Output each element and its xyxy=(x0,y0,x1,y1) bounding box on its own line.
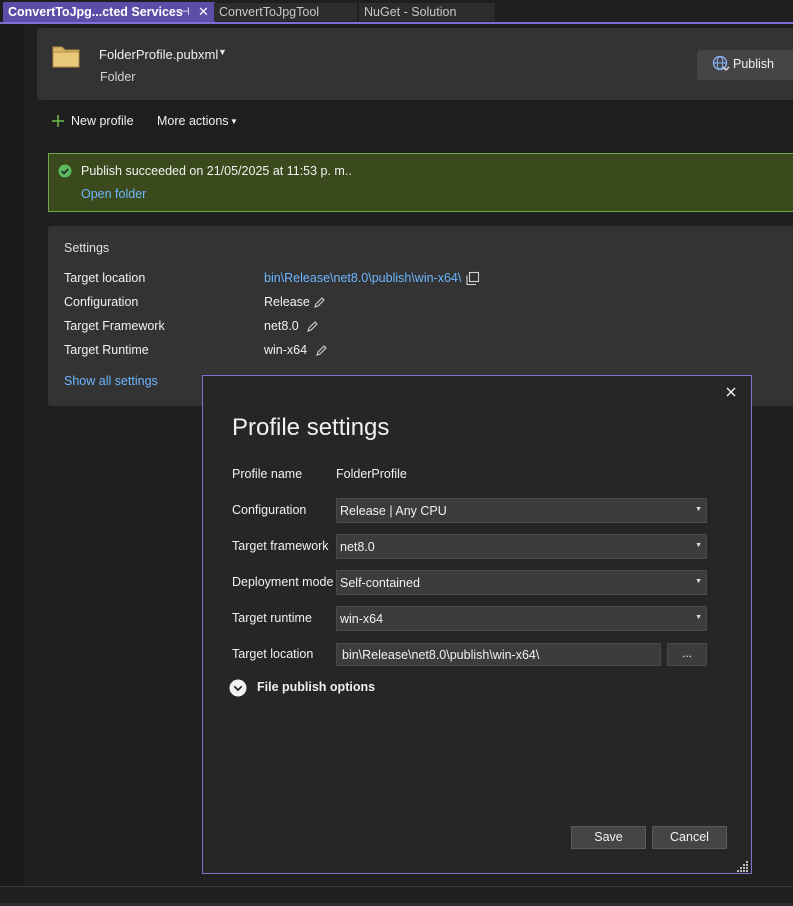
globe-publish-icon xyxy=(712,55,730,71)
left-gutter xyxy=(0,24,24,886)
target-location-label: Target location xyxy=(64,271,146,285)
dialog-title: Profile settings xyxy=(232,414,390,441)
configuration-label: Configuration xyxy=(64,295,139,309)
profile-type: Folder xyxy=(100,70,136,84)
tab-label: ConvertToJpg...cted Services xyxy=(8,5,183,19)
pencil-icon[interactable] xyxy=(315,344,328,357)
show-all-settings-link[interactable]: Show all settings xyxy=(64,374,158,388)
publish-success-banner xyxy=(48,153,793,212)
configuration-label: Configuration xyxy=(232,503,307,517)
pin-icon[interactable]: ⊣ xyxy=(180,2,190,22)
file-publish-options-expander[interactable]: File publish options xyxy=(257,680,375,694)
caret-down-icon: ▼ xyxy=(695,614,702,621)
profile-name-value: FolderProfile xyxy=(336,467,407,481)
open-folder-link[interactable]: Open folder xyxy=(81,187,146,201)
configuration-value: Release xyxy=(264,295,310,309)
pencil-icon[interactable] xyxy=(313,296,326,309)
tab-close-icon[interactable]: ✕ xyxy=(198,2,209,22)
new-profile-button[interactable]: New profile xyxy=(71,114,134,128)
close-icon[interactable] xyxy=(724,385,738,399)
target-framework-selected: net8.0 xyxy=(340,540,375,554)
configuration-dropdown[interactable]: Release | Any CPU ▼ xyxy=(336,498,707,523)
cancel-button[interactable]: Cancel xyxy=(652,826,727,849)
chevron-down-icon[interactable]: ▼ xyxy=(218,47,227,57)
folder-icon xyxy=(52,46,80,68)
tab-nuget-solution[interactable]: NuGet - Solution xyxy=(359,3,495,21)
target-runtime-label: Target runtime xyxy=(232,611,312,625)
profile-name-label: Profile name xyxy=(232,467,303,481)
target-runtime-selected: win-x64 xyxy=(340,612,384,626)
target-framework-dropdown[interactable]: net8.0 ▼ xyxy=(336,534,707,559)
publish-button-label[interactable]: Publish xyxy=(733,57,774,71)
target-location-field[interactable] xyxy=(336,643,661,666)
publish-success-message: Publish succeeded on 21/05/2025 at 11:53… xyxy=(81,164,352,178)
more-actions-button[interactable]: More actions xyxy=(157,114,229,128)
deployment-mode-label: Deployment mode xyxy=(232,575,334,589)
settings-heading: Settings xyxy=(64,241,110,255)
target-runtime-label: Target Runtime xyxy=(64,343,149,357)
pencil-icon[interactable] xyxy=(306,320,319,333)
check-circle-icon xyxy=(58,164,72,178)
tab-strip-underline xyxy=(0,22,793,24)
tab-connected-services[interactable]: ConvertToJpg...cted Services ⊣ ✕ xyxy=(3,2,215,22)
target-framework-value: net8.0 xyxy=(264,319,299,333)
profile-selector[interactable]: FolderProfile.pubxml xyxy=(99,47,218,62)
caret-down-icon: ▼ xyxy=(695,506,702,513)
target-framework-label: Target Framework xyxy=(64,319,165,333)
copy-icon[interactable] xyxy=(465,271,480,286)
deployment-mode-selected: Self-contained xyxy=(340,576,420,590)
tab-label: ConvertToJpgTool xyxy=(219,5,320,19)
profile-header-card xyxy=(37,28,793,100)
target-framework-label: Target framework xyxy=(232,539,329,553)
tab-label: NuGet - Solution xyxy=(364,5,457,19)
chevron-down-circle-icon[interactable] xyxy=(229,679,247,697)
save-button[interactable]: Save xyxy=(571,826,646,849)
target-location-link[interactable]: bin\Release\net8.0\publish\win-x64\ xyxy=(264,271,461,285)
target-runtime-dropdown[interactable]: win-x64 ▼ xyxy=(336,606,707,631)
tab-convert-to-jpg-tool[interactable]: ConvertToJpgTool xyxy=(214,3,357,21)
chevron-down-icon[interactable]: ▼ xyxy=(230,117,238,126)
plus-icon[interactable] xyxy=(50,113,66,129)
browse-button[interactable]: ... xyxy=(667,643,707,666)
caret-down-icon: ▼ xyxy=(695,542,702,549)
target-runtime-value: win-x64 xyxy=(264,343,308,357)
resize-grip-icon[interactable] xyxy=(737,860,749,872)
deployment-mode-dropdown[interactable]: Self-contained ▼ xyxy=(336,570,707,595)
caret-down-icon: ▼ xyxy=(695,578,702,585)
configuration-selected: Release | Any CPU xyxy=(340,504,447,518)
target-location-label: Target location xyxy=(232,647,314,661)
